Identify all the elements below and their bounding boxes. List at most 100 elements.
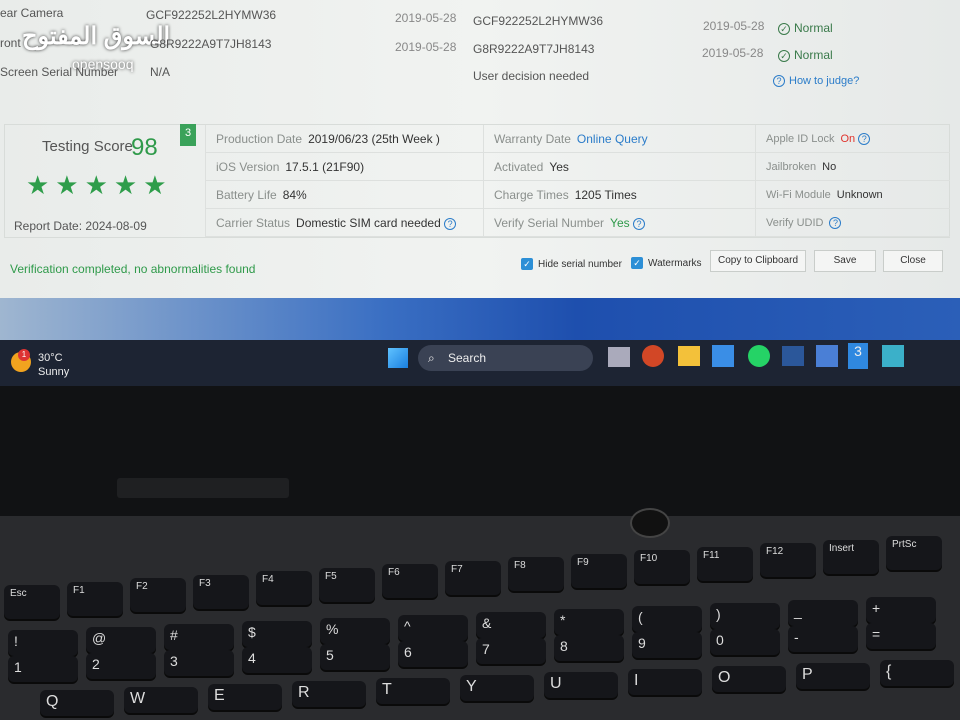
key[interactable]: - — [788, 626, 858, 652]
laptop-bezel — [0, 386, 960, 516]
key[interactable]: O — [712, 666, 786, 692]
key[interactable]: R — [292, 681, 366, 707]
whatsapp-icon[interactable] — [748, 345, 770, 367]
key[interactable]: ( — [632, 606, 702, 632]
key[interactable]: @ — [86, 627, 156, 653]
copy-to-clipboard-button[interactable]: Copy to Clipboard — [710, 250, 806, 272]
app-icon[interactable] — [816, 345, 838, 367]
row-label: Screen Serial Number — [0, 65, 119, 79]
key[interactable]: 6 — [398, 641, 468, 667]
key[interactable]: * — [554, 609, 624, 635]
info-value: Yes — [549, 160, 569, 174]
report-date: Report Date: 2024-08-09 — [14, 219, 147, 233]
close-button[interactable]: Close — [883, 250, 943, 272]
key[interactable]: 7 — [476, 638, 546, 664]
help-icon[interactable]: ? — [858, 133, 871, 145]
key[interactable]: # — [164, 624, 234, 650]
rating-stars: ★★★★★ — [26, 170, 173, 200]
key[interactable]: F2 — [130, 578, 186, 612]
key[interactable]: = — [866, 623, 936, 649]
key[interactable]: 8 — [554, 635, 624, 661]
key[interactable]: E — [208, 684, 282, 710]
3utools-icon[interactable]: 3 — [848, 343, 868, 369]
key[interactable]: 0 — [710, 629, 780, 655]
report-date-label: Report Date: — [14, 219, 83, 233]
key[interactable]: % — [320, 618, 390, 644]
search-label: Search — [448, 351, 487, 365]
key[interactable]: F11 — [697, 546, 753, 581]
taskbar: 1 30°C Sunny Search ⌕ 3 — [0, 340, 960, 386]
row-value: G8R9222A9T7JH8143 — [150, 37, 272, 51]
key[interactable]: F3 — [193, 574, 249, 609]
row-value: GCF922252L2HYMW36 — [146, 8, 277, 22]
key[interactable]: _ — [788, 600, 858, 626]
key[interactable]: F1 — [67, 581, 123, 616]
key[interactable]: F12 — [760, 543, 816, 577]
windows-start-icon[interactable] — [388, 348, 408, 368]
online-query-link[interactable]: Online Query — [577, 132, 648, 146]
file-explorer-icon[interactable] — [678, 346, 700, 366]
key[interactable]: W — [124, 687, 198, 713]
key[interactable]: 1 — [8, 656, 78, 682]
row-date2: 2019-05-28 — [703, 19, 765, 33]
word-icon[interactable] — [782, 346, 804, 366]
key[interactable]: $ — [242, 621, 312, 647]
key[interactable]: 2 — [86, 653, 156, 679]
search-icon: ⌕ — [428, 351, 435, 365]
key[interactable]: 9 — [632, 632, 702, 658]
key[interactable]: F8 — [508, 557, 564, 591]
key[interactable]: F6 — [382, 564, 438, 598]
task-view-icon[interactable] — [608, 347, 630, 367]
key[interactable]: Insert — [823, 539, 879, 574]
key[interactable]: F7 — [445, 560, 501, 595]
status-text: Normal — [794, 48, 833, 62]
key[interactable]: Q — [40, 690, 114, 716]
key[interactable]: F10 — [634, 550, 690, 584]
key[interactable]: U — [544, 672, 618, 698]
key[interactable]: I — [628, 669, 702, 695]
info-key: Jailbroken — [766, 161, 817, 173]
notification-badge: 1 — [18, 349, 30, 361]
info-key: Battery Life — [216, 188, 277, 202]
key[interactable]: Esc — [4, 585, 60, 619]
key[interactable]: 5 — [320, 644, 390, 670]
power-button[interactable] — [630, 508, 670, 538]
info-value: No — [822, 161, 837, 173]
key[interactable]: F4 — [256, 571, 312, 605]
checkbox-label: Watermarks — [648, 258, 702, 269]
how-to-judge-link[interactable]: ? How to judge? — [773, 75, 859, 87]
help-icon[interactable]: ? — [444, 218, 457, 230]
app-icon[interactable] — [882, 345, 904, 367]
key[interactable]: PrtSc — [886, 536, 942, 570]
info-key: Verify UDID — [766, 217, 824, 229]
powerpoint-icon[interactable] — [642, 345, 664, 367]
key[interactable]: P — [796, 663, 870, 689]
store-icon[interactable] — [712, 345, 734, 367]
key[interactable]: ! — [8, 630, 78, 656]
weather-condition[interactable]: Sunny — [38, 366, 69, 378]
key[interactable]: & — [476, 612, 546, 638]
key[interactable]: 4 — [242, 647, 312, 673]
key[interactable]: ^ — [398, 615, 468, 641]
key[interactable]: ) — [710, 603, 780, 629]
help-icon[interactable]: ? — [829, 217, 842, 229]
checkbox-checked-icon: ✓ — [521, 258, 533, 270]
status-text: Normal — [794, 21, 833, 35]
hide-serial-checkbox[interactable]: ✓ Hide serial number — [521, 258, 622, 270]
save-button[interactable]: Save — [814, 250, 876, 272]
check-circle-icon: ✓ — [778, 23, 790, 35]
weather-temp[interactable]: 30°C — [38, 352, 63, 364]
help-icon[interactable]: ? — [632, 218, 645, 230]
key[interactable]: + — [866, 597, 936, 623]
score-value: 98 — [131, 134, 158, 161]
report-window: السوق المفتوح opensooq ear Camera GCF922… — [0, 0, 960, 298]
key[interactable]: 3 — [164, 650, 234, 676]
watermarks-checkbox[interactable]: ✓ Watermarks — [631, 257, 702, 269]
verification-status: Verification completed, no abnormalities… — [10, 262, 256, 276]
key[interactable]: Y — [460, 675, 534, 701]
key[interactable]: F9 — [571, 553, 627, 588]
taskbar-search[interactable]: Search ⌕ — [418, 345, 593, 371]
key[interactable]: F5 — [319, 567, 375, 602]
key[interactable]: T — [376, 678, 450, 704]
key[interactable]: { — [880, 660, 954, 686]
